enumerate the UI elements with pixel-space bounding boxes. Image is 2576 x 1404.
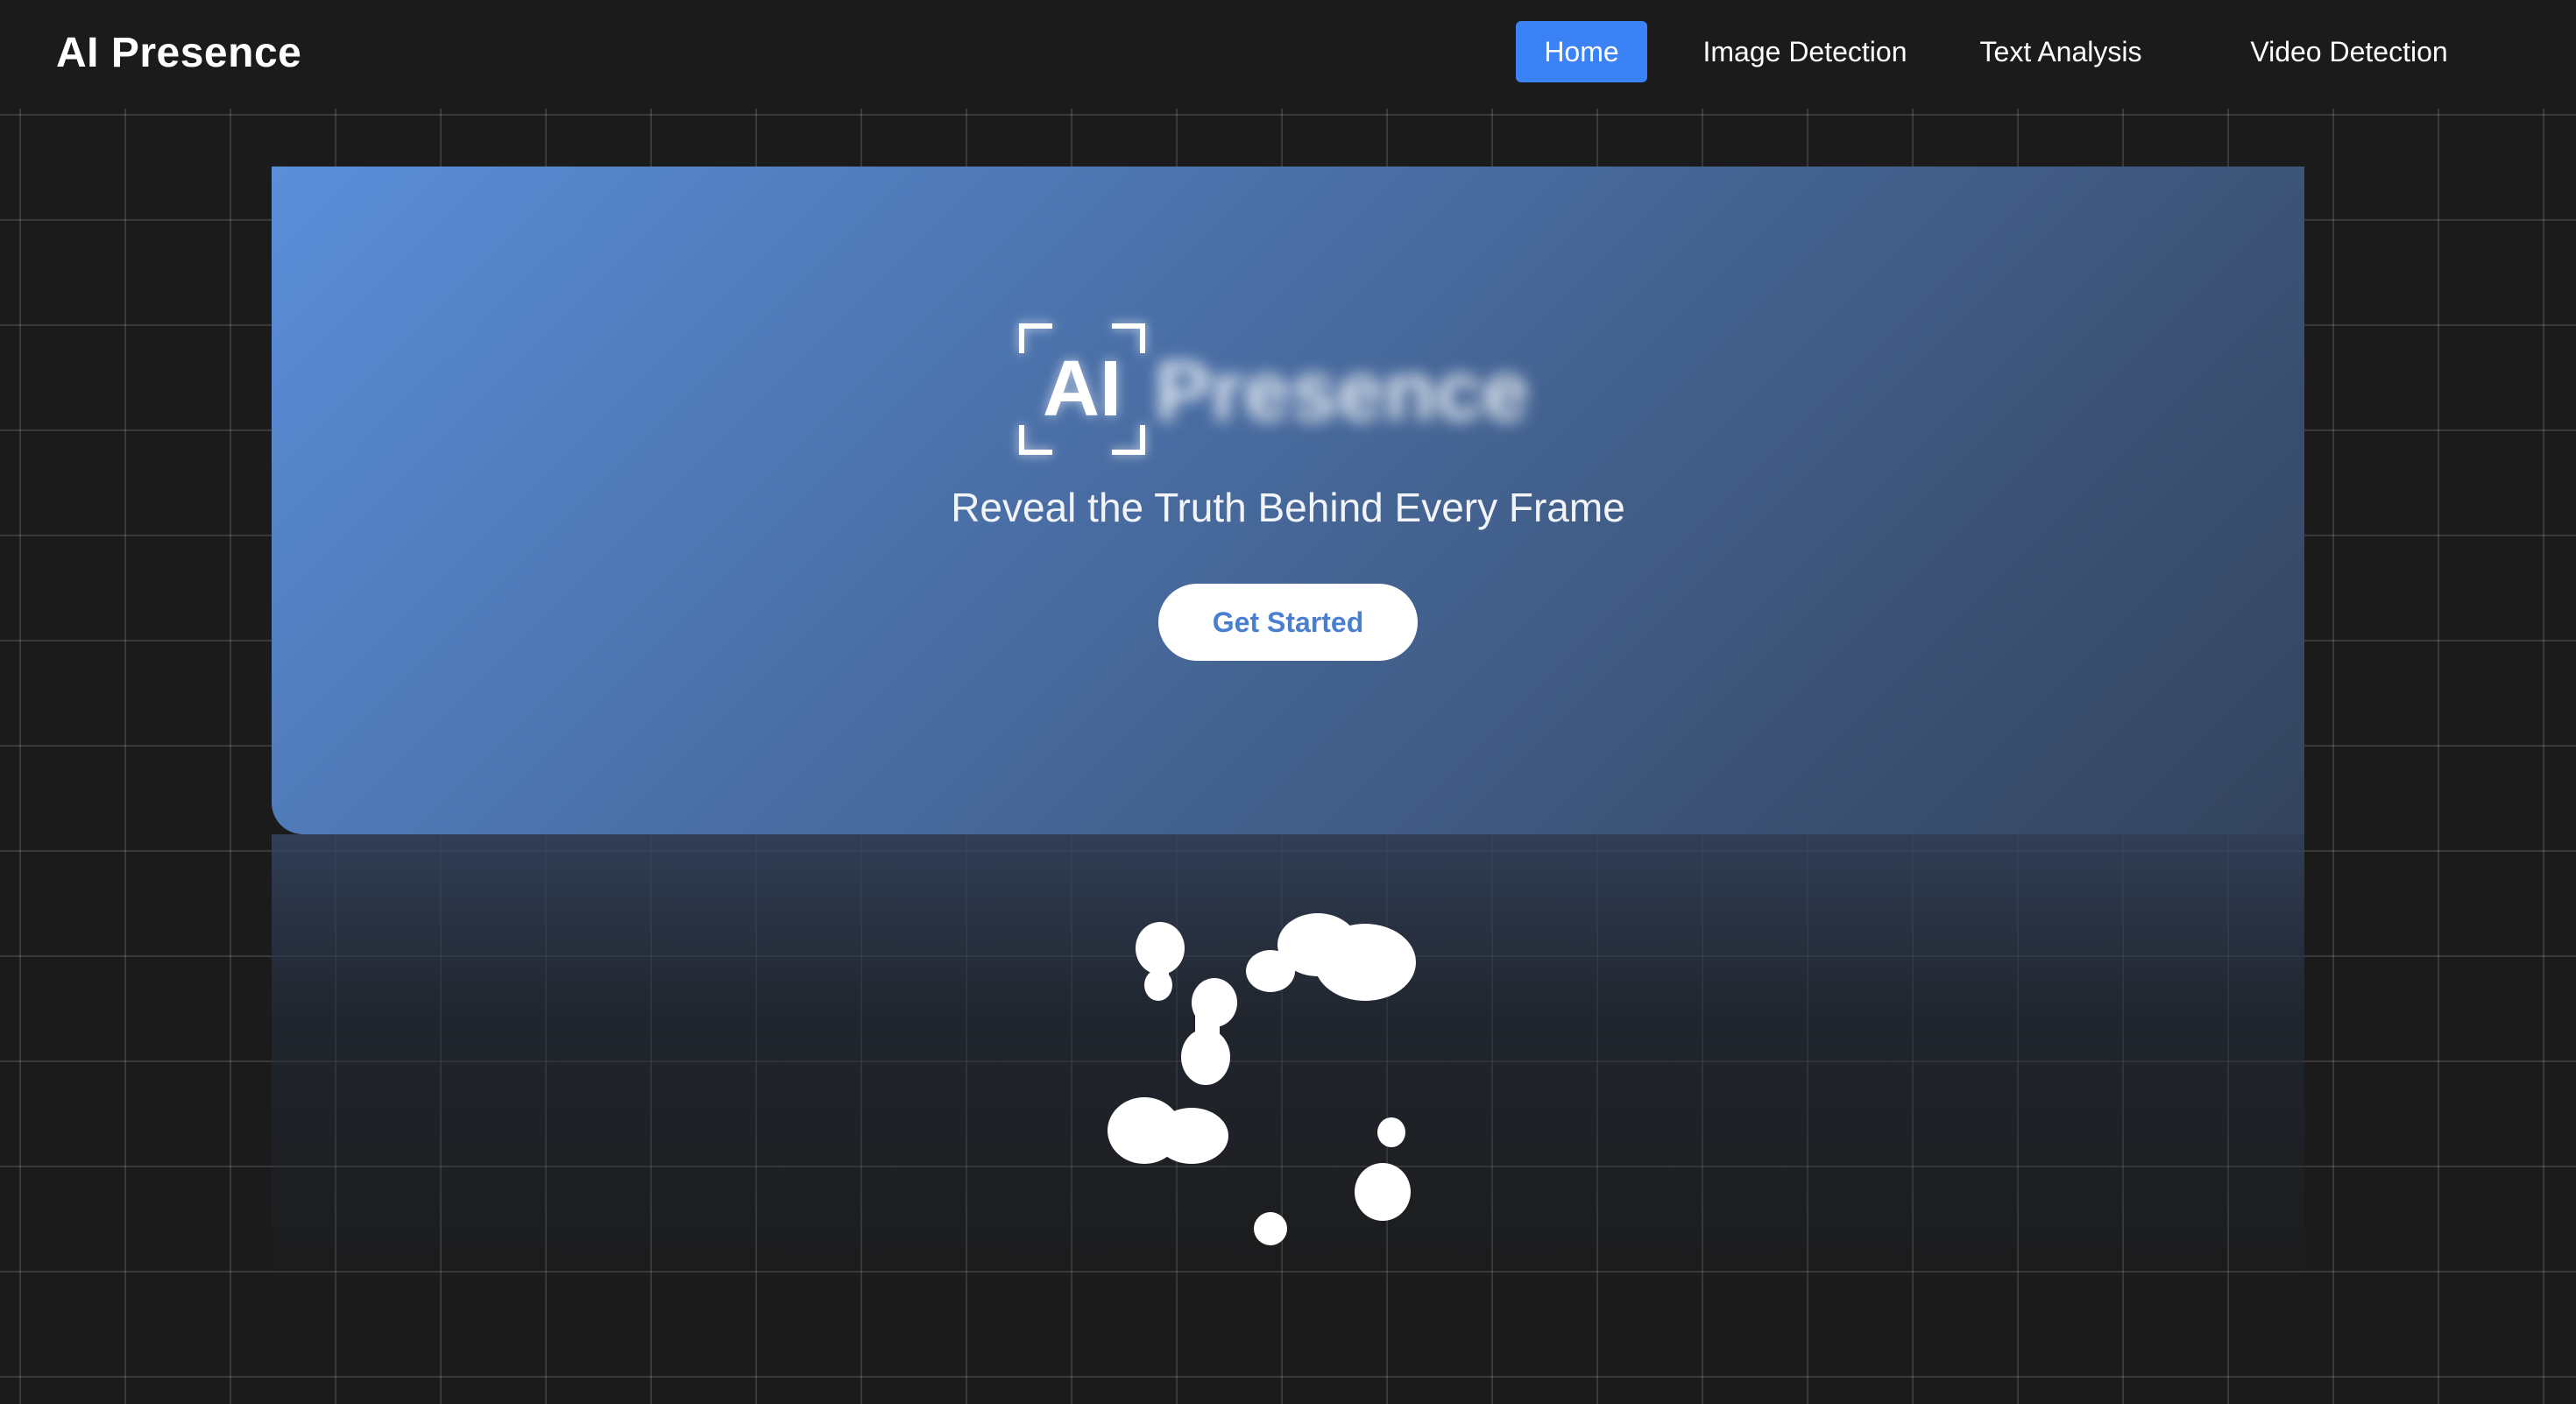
nav-image-detection[interactable]: Image Detection bbox=[1682, 21, 1928, 82]
hero-tagline: Reveal the Truth Behind Every Frame bbox=[951, 485, 1625, 530]
liquid-blobs-loader bbox=[1108, 913, 1416, 1245]
brand-logo[interactable]: AI Presence bbox=[56, 23, 301, 84]
nav-video-detection[interactable]: Video Detection bbox=[2231, 21, 2467, 82]
blob bbox=[1195, 1003, 1220, 1057]
blob bbox=[1254, 1212, 1287, 1245]
logo-presence-text: Presence bbox=[1155, 344, 1529, 438]
get-started-button[interactable]: Get Started bbox=[1158, 584, 1418, 661]
nav-home[interactable]: Home bbox=[1516, 21, 1647, 82]
top-navigation-bar: AI Presence Home Image Detection Text An… bbox=[0, 0, 2576, 109]
blob bbox=[1314, 924, 1416, 1001]
logo-ai-text: AI bbox=[1043, 345, 1122, 433]
hero-logo-mark: AI bbox=[1016, 321, 1148, 457]
page: AI Presence Home Image Detection Text An… bbox=[0, 0, 2576, 1404]
blob bbox=[1155, 1108, 1228, 1164]
blob bbox=[1151, 948, 1169, 983]
blob bbox=[1377, 1117, 1405, 1147]
blob bbox=[1355, 1163, 1411, 1221]
nav-text-analysis[interactable]: Text Analysis bbox=[1956, 21, 2166, 82]
